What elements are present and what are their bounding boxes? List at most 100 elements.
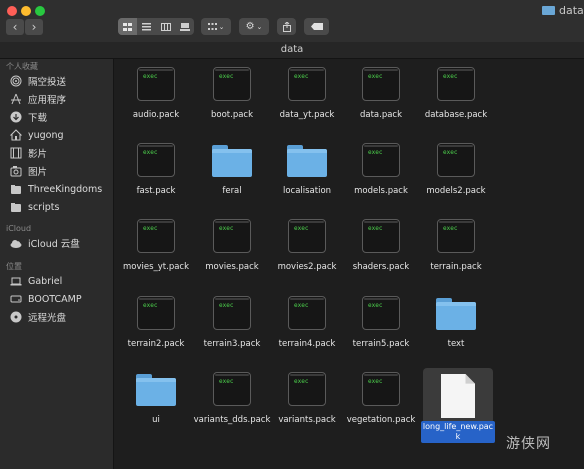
file-item[interactable]: exec models2.pack <box>417 143 495 196</box>
group-by-button[interactable]: ⌄ <box>201 18 231 35</box>
window-title-text: data <box>559 4 584 17</box>
list-view-button[interactable] <box>137 18 156 35</box>
back-button[interactable]: ‹ <box>6 19 24 35</box>
file-item[interactable]: exec data_yt.pack <box>268 67 346 120</box>
file-name: variants.pack <box>278 415 336 425</box>
sidebar-item-yugong[interactable]: yugong <box>10 127 64 143</box>
file-name: terrain5.pack <box>352 339 410 349</box>
exec-label: exec <box>368 302 383 309</box>
sidebar-item-icloud-drive[interactable]: iCloud 云盘 <box>10 235 80 251</box>
locations-heading: 位置 <box>6 262 22 271</box>
file-item[interactable]: exec shaders.pack <box>342 219 420 272</box>
icon-view-button[interactable] <box>118 18 137 35</box>
sidebar-item-remote-disc[interactable]: 远程光盘 <box>10 309 66 325</box>
sidebar-item-scripts[interactable]: scripts <box>10 199 59 215</box>
file-item[interactable]: exec models.pack <box>342 143 420 196</box>
exec-label: exec <box>219 225 234 232</box>
applications-icon <box>10 93 22 105</box>
executable-icon: exec <box>288 296 326 330</box>
share-button[interactable] <box>277 18 296 35</box>
share-icon <box>282 21 291 32</box>
zoom-window-button[interactable] <box>35 6 45 16</box>
view-mode-group <box>118 18 194 35</box>
file-name: models2.pack <box>426 186 486 196</box>
minimize-window-button[interactable] <box>21 6 31 16</box>
grid-icon <box>123 22 132 31</box>
sidebar-item-threekingdoms[interactable]: ThreeKingdoms <box>10 181 102 197</box>
folder-icon <box>136 372 176 406</box>
file-name: feral <box>222 186 242 196</box>
file-name: variants_dds.pack <box>193 415 271 425</box>
executable-icon: exec <box>213 372 251 406</box>
forward-button[interactable]: › <box>25 19 43 35</box>
file-item[interactable]: feral <box>193 143 271 196</box>
file-item[interactable]: exec audio.pack <box>117 67 195 120</box>
sidebar-item-bootcamp[interactable]: BOOTCAMP <box>10 291 82 307</box>
file-name: localisation <box>282 186 332 196</box>
file-item[interactable]: exec terrain2.pack <box>117 296 195 349</box>
sidebar-item-label: 隔空投送 <box>28 77 67 88</box>
executable-icon: exec <box>213 219 251 253</box>
sidebar-item-airdrop[interactable]: 隔空投送 <box>10 73 66 89</box>
file-name: ui <box>152 415 160 425</box>
action-menu-button[interactable]: ⚙ ⌄ <box>239 18 269 35</box>
executable-icon: exec <box>213 67 251 101</box>
exec-label: exec <box>219 378 234 385</box>
chevron-right-icon: › <box>31 20 37 34</box>
exec-label: exec <box>294 73 309 80</box>
file-item[interactable]: localisation <box>268 143 346 196</box>
sidebar-item-movies[interactable]: 影片 <box>10 145 47 161</box>
file-name: database.pack <box>424 110 488 120</box>
icloud-icon <box>10 237 22 249</box>
executable-icon: exec <box>362 372 400 406</box>
sidebar: 个人收藏 隔空投送 应用程序 下载 yugong 影片 图片 ThreeKing… <box>0 59 114 469</box>
executable-icon: exec <box>137 143 175 177</box>
exec-label: exec <box>368 73 383 80</box>
exec-label: exec <box>368 225 383 232</box>
file-item[interactable]: exec terrain.pack <box>417 219 495 272</box>
file-name: audio.pack <box>132 110 180 120</box>
sidebar-item-gabriel[interactable]: Gabriel <box>10 273 62 289</box>
file-name: data_yt.pack <box>279 110 335 120</box>
sidebar-item-pictures[interactable]: 图片 <box>10 163 47 179</box>
folder-icon <box>10 183 22 195</box>
executable-icon: exec <box>437 219 475 253</box>
executable-icon: exec <box>362 67 400 101</box>
sidebar-item-downloads[interactable]: 下载 <box>10 109 47 125</box>
sidebar-item-label: 远程光盘 <box>28 313 67 324</box>
sidebar-item-applications[interactable]: 应用程序 <box>10 91 66 107</box>
share-segment <box>277 18 296 35</box>
toolbar: ‹ › ⌄ ⚙ ⌄ data <box>0 0 584 43</box>
exec-label: exec <box>294 378 309 385</box>
close-window-button[interactable] <box>7 6 17 16</box>
file-item[interactable]: ui <box>117 372 195 425</box>
executable-icon: exec <box>137 219 175 253</box>
edit-tags-button[interactable] <box>304 18 329 35</box>
exec-label: exec <box>219 302 234 309</box>
folder-body <box>136 378 176 406</box>
file-item[interactable]: text <box>417 296 495 349</box>
file-item[interactable]: exec fast.pack <box>117 143 195 196</box>
file-item[interactable]: exec vegetation.pack <box>342 372 420 425</box>
file-item[interactable]: exec terrain4.pack <box>268 296 346 349</box>
file-item[interactable]: exec movies2.pack <box>268 219 346 272</box>
file-item[interactable]: exec boot.pack <box>193 67 271 120</box>
column-view-button[interactable] <box>156 18 175 35</box>
file-item-selected[interactable] <box>423 368 493 424</box>
executable-icon: exec <box>362 143 400 177</box>
file-item[interactable]: exec movies.pack <box>193 219 271 272</box>
file-item[interactable]: exec terrain5.pack <box>342 296 420 349</box>
file-item[interactable]: exec database.pack <box>417 67 495 120</box>
file-item[interactable]: exec movies_yt.pack <box>117 219 195 272</box>
gallery-view-button[interactable] <box>175 18 194 35</box>
executable-icon: exec <box>437 67 475 101</box>
file-item[interactable]: exec variants_dds.pack <box>193 372 271 425</box>
file-item[interactable]: exec terrain3.pack <box>193 296 271 349</box>
executable-icon: exec <box>362 219 400 253</box>
exec-label: exec <box>294 302 309 309</box>
sidebar-item-label: 影片 <box>28 149 48 160</box>
file-item[interactable]: exec data.pack <box>342 67 420 120</box>
executable-icon: exec <box>288 219 326 253</box>
icloud-heading: iCloud <box>6 224 32 233</box>
file-item[interactable]: exec variants.pack <box>268 372 346 425</box>
